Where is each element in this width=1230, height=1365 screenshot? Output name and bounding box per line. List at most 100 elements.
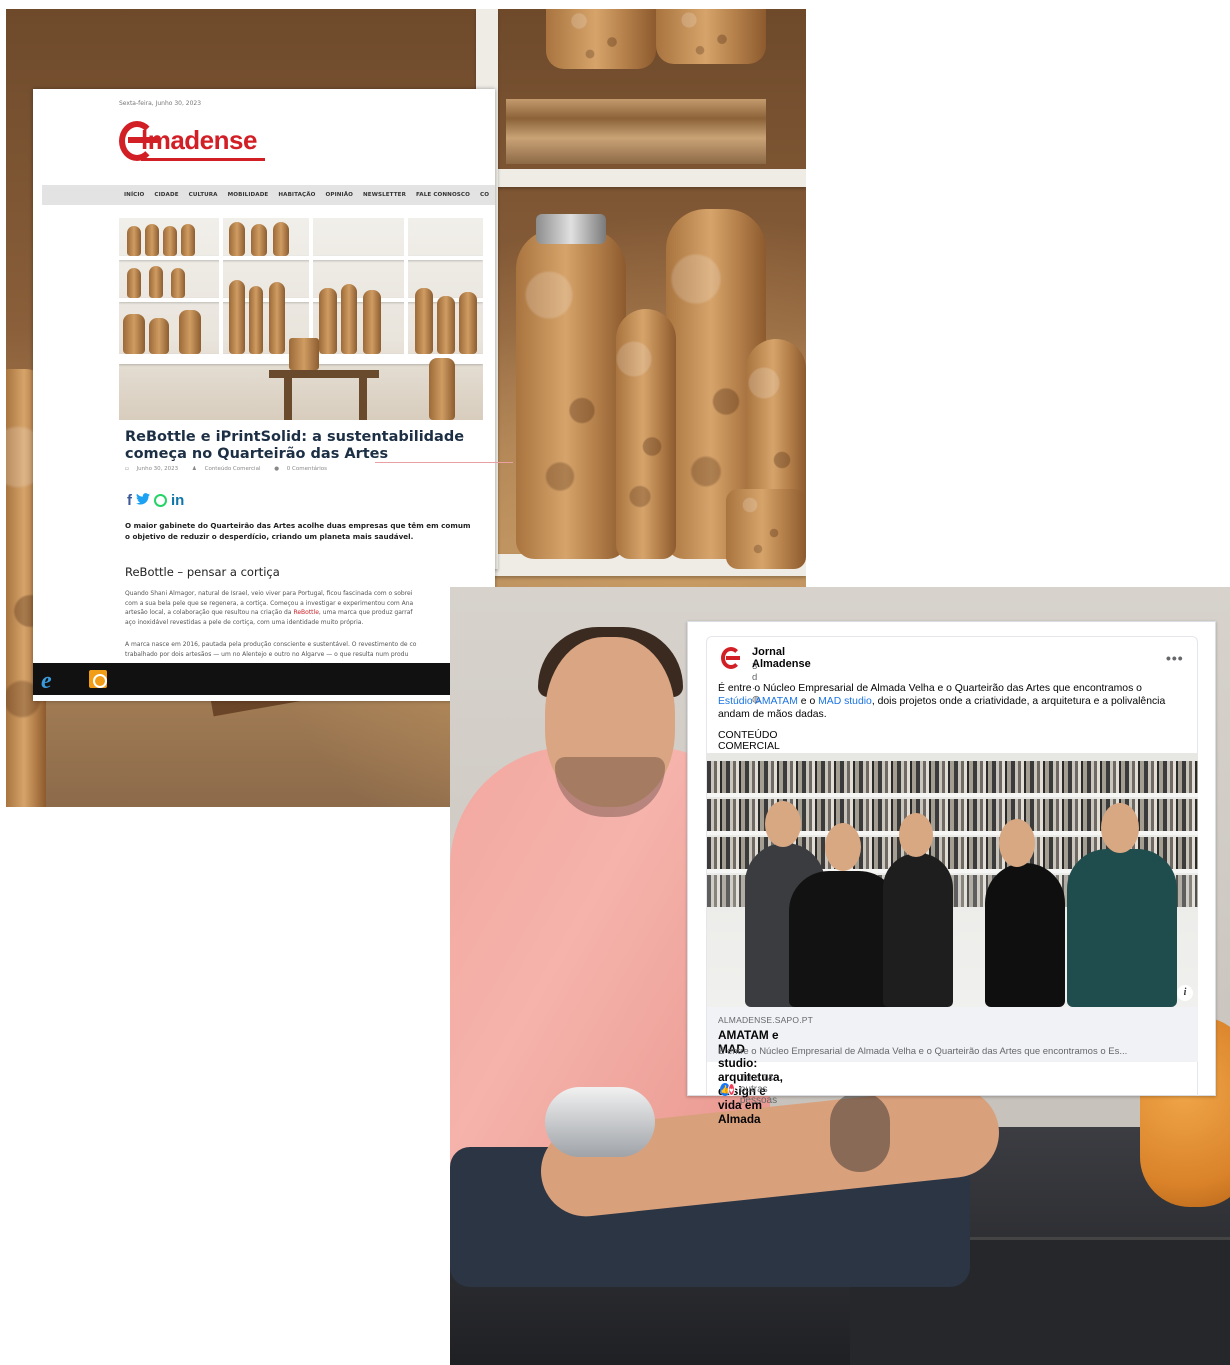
facebook-icon[interactable]: f (127, 492, 132, 509)
more-options-button[interactable]: ••• (1166, 650, 1184, 666)
almadense-logo[interactable]: lmadense (119, 119, 279, 167)
reactions-summary[interactable]: 👍 ♥ Tu e 14 outras pessoas (720, 1073, 786, 1106)
person-face (899, 813, 933, 857)
mad-studio-link[interactable]: MAD studio (818, 696, 872, 707)
nav-item-habitacao[interactable]: HABITAÇÃO (278, 192, 315, 198)
cork-bottle (123, 314, 145, 354)
meta-author[interactable]: ♟ Conteúdo Comercial (192, 466, 267, 472)
linkedin-icon[interactable]: in (171, 492, 184, 509)
user-icon: ♟ (191, 466, 197, 472)
post-text: É entre o Núcleo Empresarial de Almada V… (718, 682, 1188, 721)
nav-item-fale-connosco[interactable]: FALE CONNOSCO (416, 192, 470, 198)
article-subhead: ReBottle – pensar a cortiça (125, 565, 280, 579)
shelf-divider (404, 218, 408, 358)
windows-taskbar: e (33, 663, 495, 695)
cork-bottle (251, 224, 267, 256)
nav-item-cidade[interactable]: CIDADE (154, 192, 178, 198)
cork-bottle (616, 309, 676, 559)
logo-underline (141, 158, 265, 161)
nav-item-cultura[interactable]: CULTURA (189, 192, 218, 198)
person (1067, 849, 1177, 1007)
twitter-bird-shape (136, 493, 150, 505)
nav-item-newsletter[interactable]: NEWSLETTER (363, 192, 406, 198)
cork-bottle (229, 280, 245, 354)
cork-bottle (319, 288, 337, 354)
person-face (1101, 803, 1139, 853)
article-featured-image[interactable] (119, 218, 483, 420)
person-face (999, 819, 1035, 867)
person (883, 853, 953, 1007)
cork-bottle (249, 286, 263, 354)
cork-bottle (341, 284, 357, 354)
link-domain: ALMADENSE.SAPO.PT (718, 1015, 814, 1025)
reactions-text: Tu e 14 outras pessoas (739, 1073, 778, 1106)
cork-bottle (437, 296, 455, 354)
paragraph-line: artesão local, a colaboração que resulto… (125, 608, 465, 618)
rebottle-link[interactable]: ReBottle (293, 609, 318, 616)
newspaper-screenshot: Sexta-feira, Junho 30, 2023 lmadense INÍ… (33, 89, 495, 701)
bookshelf-row (707, 761, 1198, 793)
meta-comments[interactable]: ● 0 Comentários (274, 466, 333, 472)
post-text-fragment: , dois projetos onde a criatividade, a a… (871, 696, 1166, 707)
page-avatar[interactable] (720, 647, 742, 669)
cork-bottle (269, 282, 285, 354)
collage: Sexta-feira, Junho 30, 2023 lmadense INÍ… (0, 0, 1230, 1365)
cork-bottle (163, 226, 177, 256)
cork-bottle (149, 266, 163, 298)
wood-stand (284, 376, 292, 420)
meta-author-text: Conteúdo Comercial (204, 466, 261, 472)
info-icon[interactable]: i (1177, 985, 1193, 1001)
paragraph-line: Quando Shani Almagor, natural de Israel,… (125, 590, 413, 597)
shelf (486, 169, 806, 187)
cork-bottle (546, 9, 656, 69)
nav-item-inicio[interactable]: INÍCIO (124, 192, 144, 198)
comment-icon: ● (274, 466, 280, 472)
cork-bottle (656, 9, 766, 64)
avatar-a-bar (726, 656, 740, 660)
paragraph-text: , uma marca que produz garraf (318, 609, 413, 616)
shelf-divider (309, 218, 313, 358)
paragraph-text: artesão local, a colaboração que resulto… (125, 609, 294, 616)
post-team-photo[interactable]: i (707, 753, 1198, 1007)
cork-bottle (516, 229, 626, 559)
cork-bottle (363, 290, 381, 354)
link-description: É entre o Núcleo Empresarial de Almada V… (718, 1046, 1128, 1057)
red-divider (375, 462, 513, 463)
paragraph-line: aço inoxidável revestidas a pele de cort… (125, 618, 364, 626)
meta-date-text: Junho 30, 2023 (136, 466, 179, 472)
post-text-fragment: e o (797, 696, 819, 707)
cork-bottle (273, 222, 289, 256)
estudio-amatam-link[interactable]: Estúdio AMATAM (718, 696, 798, 707)
page-name[interactable]: Jornal Almadense (752, 646, 811, 670)
person-face (825, 823, 861, 871)
article-title[interactable]: ReBottle e iPrintSolid: a sustentabilida… (125, 429, 485, 463)
main-nav: INÍCIO CIDADE CULTURA MOBILIDADE HABITAÇ… (42, 185, 495, 205)
nav-item-mobilidade[interactable]: MOBILIDADE (228, 192, 269, 198)
nav-item-opiniao[interactable]: OPINIÃO (326, 192, 353, 198)
whatsapp-icon[interactable] (154, 493, 167, 507)
nav-item-cut-off[interactable]: CO (480, 192, 489, 198)
nav-items: INÍCIO CIDADE CULTURA MOBILIDADE HABITAÇ… (124, 185, 495, 205)
shelf (707, 793, 1198, 797)
logo-text: lmadense (141, 125, 257, 155)
post-text-line: Estúdio AMATAM e o MAD studio, dois proj… (718, 695, 1188, 708)
outlook-icon[interactable] (89, 670, 107, 688)
cork-bottle (415, 288, 433, 354)
tattoo (830, 1092, 890, 1172)
article-meta: ▫ Junho 30, 2023 ♟ Conteúdo Comercial ● … (125, 466, 339, 472)
commercial-content-tag: CONTEÚDO COMERCIAL (718, 730, 780, 752)
article-lede: O maior gabinete do Quarteirão das Artes… (125, 521, 471, 541)
paragraph-line: com a sua bela pele que se regenera, a c… (125, 599, 414, 607)
article-paragraph-2: A marca nasce em 2016, pautada pela prod… (125, 640, 465, 659)
meta-comments-text: 0 Comentários (286, 466, 328, 472)
cork-bottle (179, 310, 201, 354)
cork-bottle (726, 489, 806, 569)
share-bar: f in (127, 491, 188, 509)
twitter-icon[interactable] (136, 492, 150, 508)
facebook-post: Jornal Almadense 3 d · ◍ ••• É entre o N… (687, 621, 1216, 1126)
stacked-boards (506, 99, 766, 164)
calendar-icon: ▫ (125, 466, 129, 472)
person (985, 863, 1065, 1007)
internet-explorer-icon[interactable]: e (41, 668, 52, 695)
wood-stand (359, 376, 367, 420)
